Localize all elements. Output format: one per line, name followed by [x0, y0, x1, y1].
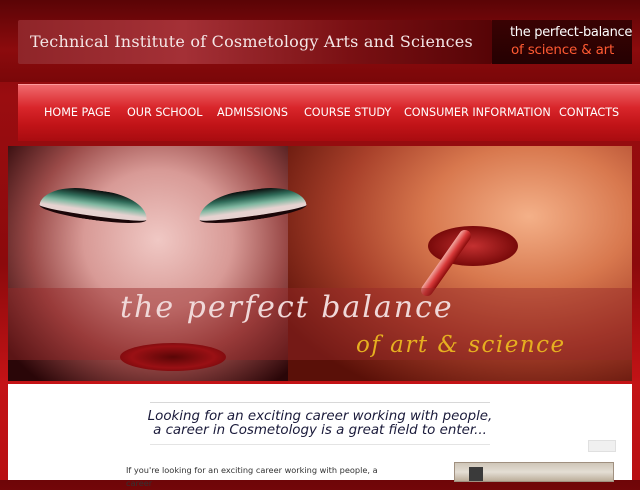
intro-line1: Looking for an exciting career working w…: [147, 409, 493, 424]
intro-line2: a career in Cosmetology is a great field…: [153, 423, 487, 438]
nav-item-contacts[interactable]: CONTACTS: [559, 106, 619, 119]
nav-item-admissions[interactable]: ADMISSIONS: [217, 106, 288, 119]
nav-item-home-page[interactable]: HOME PAGE: [44, 106, 111, 119]
side-tab: [588, 440, 616, 452]
divider-bottom: [150, 444, 490, 445]
divider-top: [150, 402, 490, 403]
site-title[interactable]: Technical Institute of Cosmetology Arts …: [30, 32, 473, 51]
salon-photo-detail: [469, 467, 483, 481]
intro-text: Looking for an exciting career working w…: [0, 410, 640, 438]
hero-banner: the perfect balance of art & science: [8, 146, 632, 381]
nav-item-consumer-information[interactable]: CONSUMER INFORMATION: [404, 106, 551, 119]
body-paragraph: If you're looking for an exciting career…: [126, 465, 378, 488]
salon-photo: [454, 462, 614, 482]
main-navigation: HOME PAGE OUR SCHOOL ADMISSIONS COURSE S…: [18, 84, 640, 141]
nav-item-course-study[interactable]: COURSE STUDY: [304, 106, 391, 119]
tagline-line2: of science & art: [511, 42, 615, 58]
tagline-line1: the perfect-balance: [510, 25, 633, 40]
banner-headline: the perfect balance: [120, 290, 454, 325]
nav-item-our-school[interactable]: OUR SCHOOL: [127, 106, 203, 119]
lips-silhouette: [120, 343, 226, 371]
banner-subheadline: of art & science: [356, 332, 566, 358]
